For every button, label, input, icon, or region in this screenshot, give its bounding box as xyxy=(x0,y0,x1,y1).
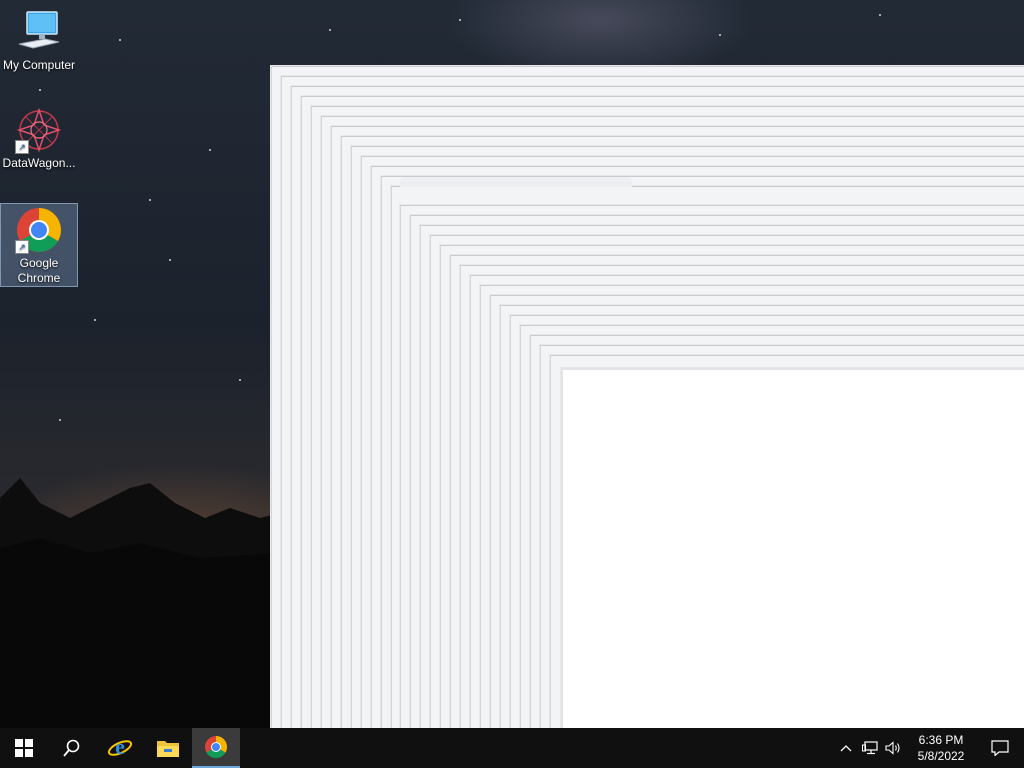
clock-time: 6:36 PM xyxy=(918,733,964,747)
show-hidden-icons-button[interactable] xyxy=(834,728,858,768)
file-explorer-button[interactable] xyxy=(144,728,192,768)
file-explorer-icon xyxy=(157,741,179,757)
network-button[interactable] xyxy=(858,728,882,768)
chrome-taskbar-button[interactable] xyxy=(192,728,240,768)
window-cascade[interactable] xyxy=(0,0,1024,728)
notification-icon xyxy=(991,740,1009,756)
internet-explorer-button[interactable]: e xyxy=(96,728,144,768)
volume-button[interactable] xyxy=(882,728,906,768)
chrome-icon xyxy=(205,736,227,758)
system-tray: 6:36 PM 5/8/2022 xyxy=(834,728,1024,768)
search-icon xyxy=(63,739,80,757)
search-button[interactable] xyxy=(48,728,96,768)
chevron-up-icon xyxy=(840,745,852,752)
clock-date: 5/8/2022 xyxy=(917,749,965,763)
windows-start-icon xyxy=(15,739,33,757)
window-frame[interactable] xyxy=(561,368,1024,728)
start-button[interactable] xyxy=(0,728,48,768)
network-icon xyxy=(862,741,878,755)
clock[interactable]: 6:36 PM 5/8/2022 xyxy=(906,732,976,764)
taskbar: e 6:36 PM 5/8/2022 xyxy=(0,728,1024,768)
internet-explorer-icon: e xyxy=(107,735,133,759)
browser-tab[interactable] xyxy=(400,177,632,187)
speaker-icon xyxy=(885,741,900,755)
svg-text:e: e xyxy=(115,735,125,759)
action-center-button[interactable] xyxy=(976,728,1024,768)
